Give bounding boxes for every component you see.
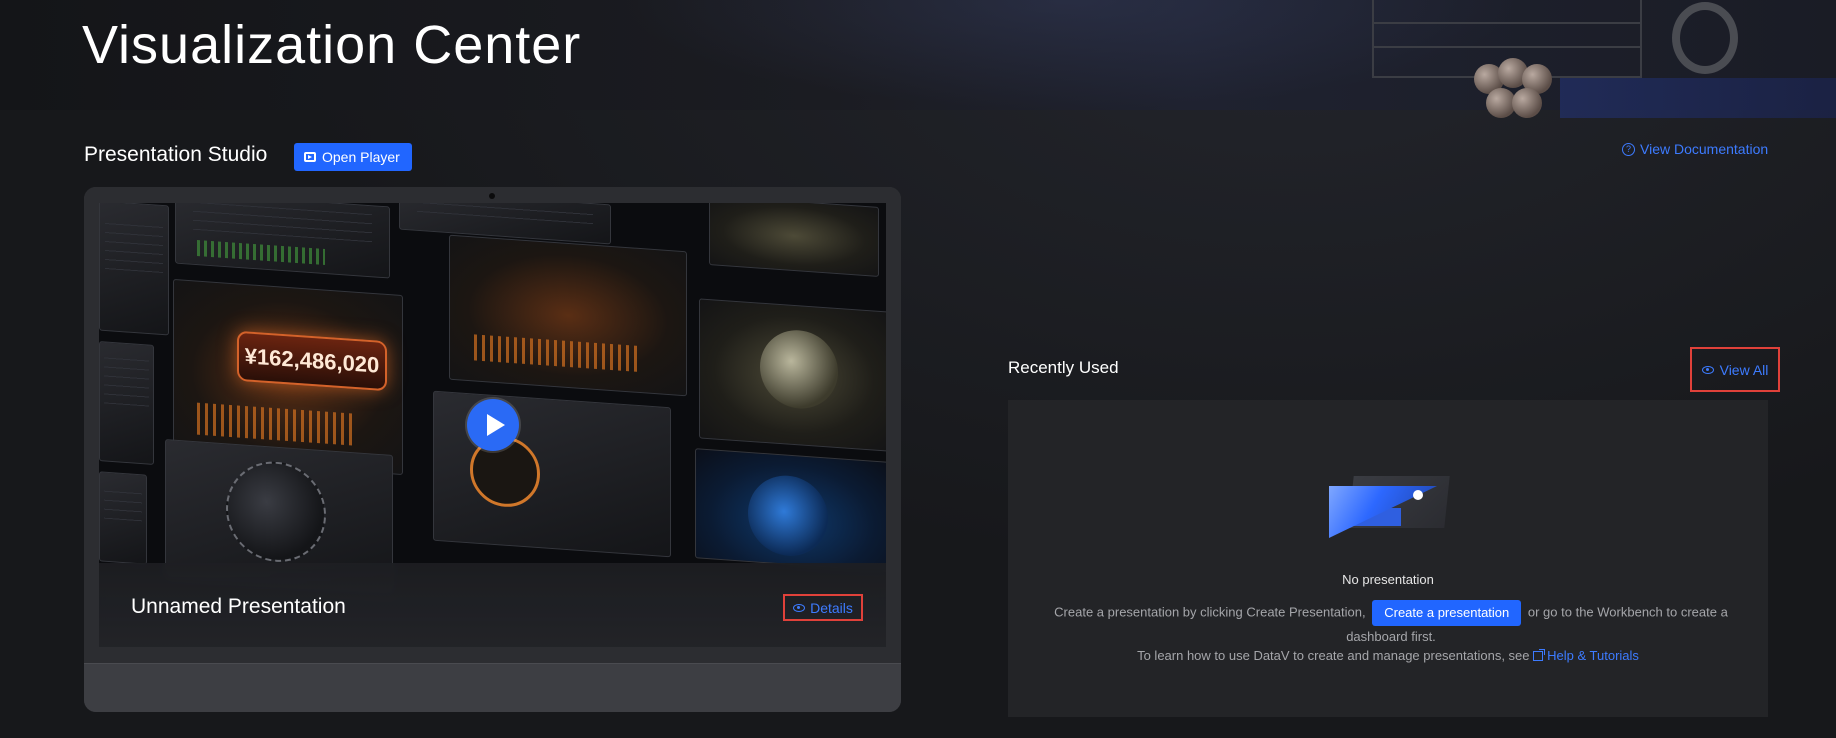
dashboard-thumb (99, 341, 154, 465)
dashboard-thumb (695, 448, 886, 572)
empty-state-illustration (1329, 476, 1450, 538)
empty-state-title: No presentation (1342, 572, 1434, 587)
view-all-label: View All (1719, 361, 1769, 378)
dashboard-thumb (709, 203, 879, 277)
player-icon (304, 152, 316, 162)
dashboard-thumb (175, 203, 390, 279)
details-label: Details (810, 599, 853, 616)
recently-used-panel: No presentation Create a presentation by… (1008, 400, 1768, 717)
help-tutorials-link[interactable]: Help & Tutorials (1533, 648, 1639, 663)
help-tutorials-label: Help & Tutorials (1547, 648, 1639, 663)
presentation-preview-monitor: ¥162,486,020 Unnamed Presentation Detail… (84, 187, 901, 712)
open-player-label: Open Player (322, 149, 400, 165)
revenue-number-display: ¥162,486,020 (237, 330, 387, 392)
learn-more-text: To learn how to use DataV to create and … (1008, 648, 1768, 663)
view-all-button[interactable]: View All (1690, 347, 1780, 392)
dashboard-thumb (99, 203, 169, 336)
view-documentation-label: View Documentation (1640, 141, 1769, 157)
learn-text: To learn how to use DataV to create and … (1137, 648, 1530, 663)
page: Visualization Center Presentation Studio… (0, 0, 1836, 738)
decor-blue-block (1560, 78, 1836, 118)
page-title: Visualization Center (82, 15, 582, 75)
dashboard-thumb (449, 234, 687, 397)
presentation-caption-bar: Unnamed Presentation Details (99, 563, 886, 647)
help-prefix: Create a presentation by clicking Create… (1054, 604, 1366, 620)
decor-spheres-image (1468, 58, 1558, 128)
play-button[interactable] (467, 399, 519, 451)
camera-dot (489, 193, 495, 199)
blue-globe-graphic (748, 472, 828, 559)
wireframe-globe (226, 458, 326, 566)
eye-icon (1701, 365, 1714, 374)
external-link-icon (1533, 649, 1546, 661)
create-presentation-button[interactable]: Create a presentation (1372, 600, 1522, 626)
decor-ring-image (1672, 2, 1738, 74)
presentation-name: Unnamed Presentation (131, 595, 346, 618)
details-button[interactable]: Details (783, 594, 863, 621)
globe-graphic (760, 327, 838, 412)
preview-screen[interactable]: ¥162,486,020 Unnamed Presentation Detail… (99, 203, 886, 647)
eye-icon (793, 603, 806, 612)
open-player-button[interactable]: Open Player (294, 143, 412, 171)
empty-state-help-text: Create a presentation by clicking Create… (1046, 600, 1736, 648)
section-title-recently-used: Recently Used (1008, 358, 1119, 377)
monitor-bezel: ¥162,486,020 Unnamed Presentation Detail… (84, 187, 901, 663)
section-title-presentation-studio: Presentation Studio (84, 143, 268, 166)
monitor-chin (84, 663, 901, 712)
view-documentation-link[interactable]: ? View Documentation (1622, 141, 1768, 157)
question-circle-icon: ? (1622, 142, 1635, 156)
dashboard-thumb (699, 298, 886, 452)
dashboard-thumb (99, 471, 147, 565)
